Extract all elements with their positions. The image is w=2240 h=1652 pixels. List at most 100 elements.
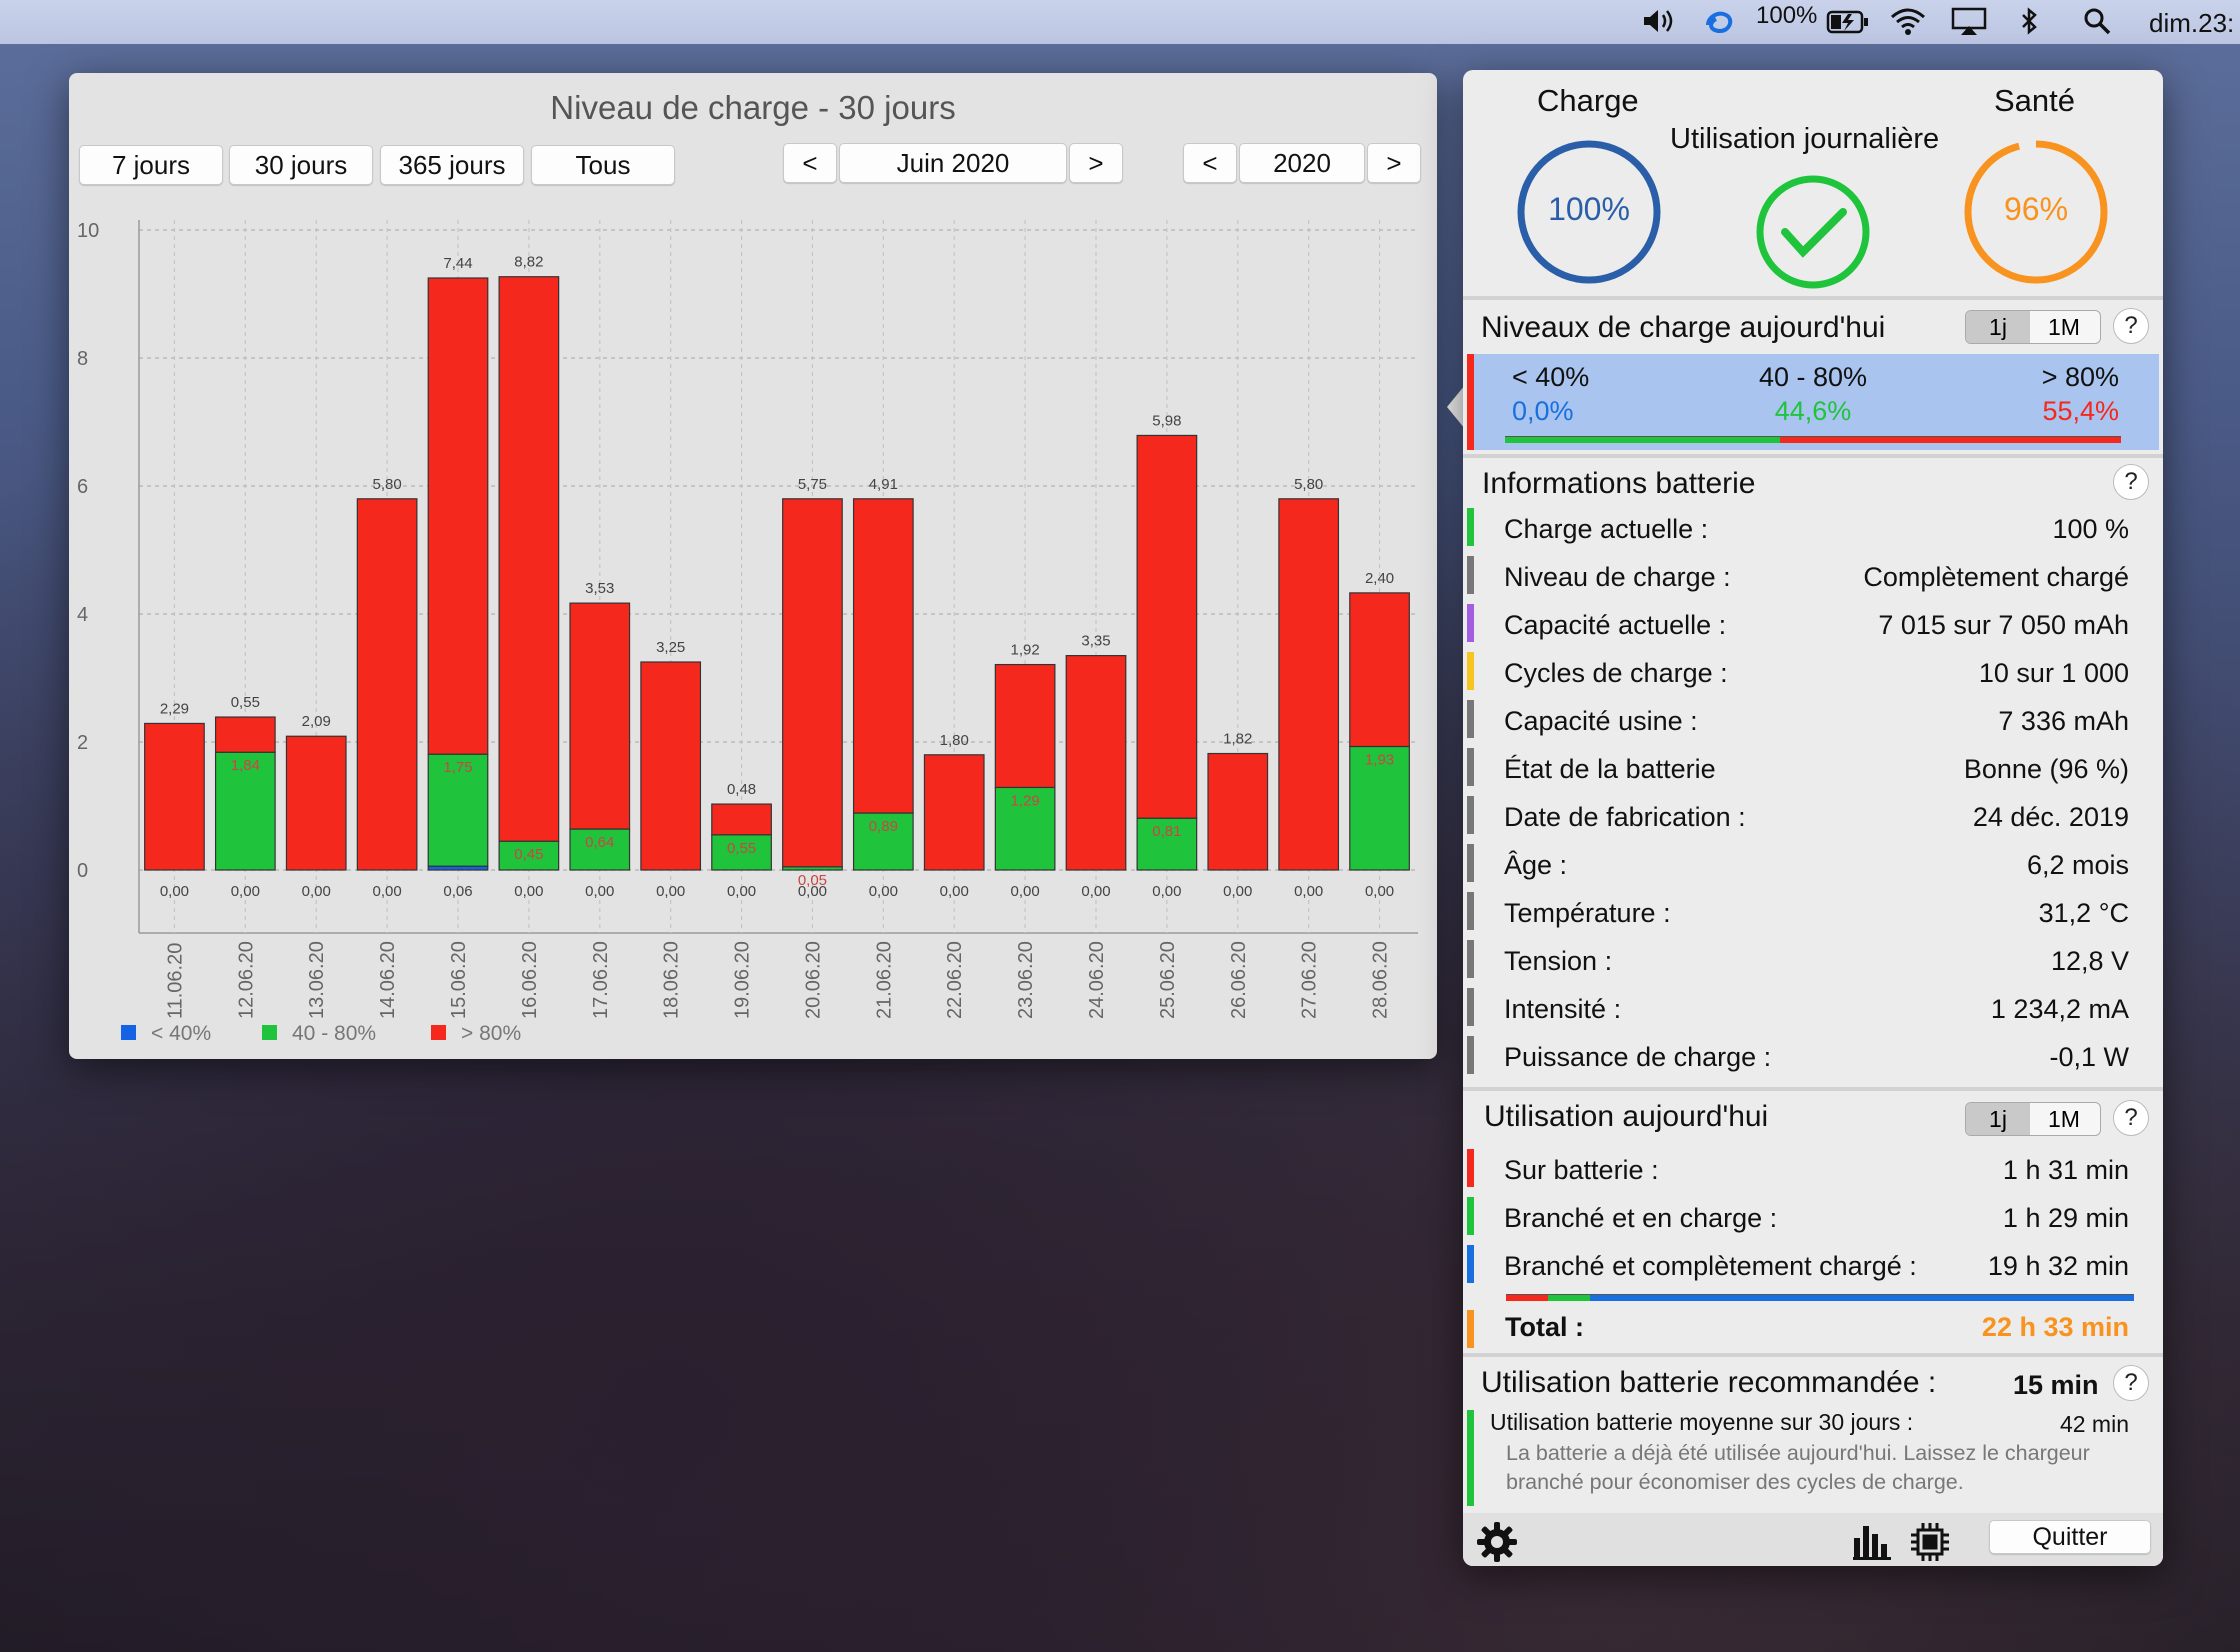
- info-row-label: Intensité :: [1504, 994, 1622, 1024]
- levels-help-button[interactable]: ?: [2113, 308, 2149, 344]
- x-tick-label: 15.06.20: [448, 941, 470, 1019]
- bar-segment: [427, 277, 489, 755]
- search-icon[interactable]: [2082, 6, 2112, 43]
- bar-base-label: 0,00: [940, 883, 969, 900]
- legend-swatch: [431, 1025, 446, 1040]
- bar-mid-label: 0,55: [727, 840, 756, 857]
- usage-1j-option[interactable]: 1j: [1966, 1103, 2030, 1135]
- bar-segment: [711, 803, 772, 836]
- levels-1j-option[interactable]: 1j: [1966, 311, 2030, 343]
- info-row-value: 12,8 V: [2050, 946, 2129, 976]
- y-tick-label: 0: [77, 860, 88, 882]
- bar-top-label: 1,82: [1223, 731, 1252, 748]
- recommended-help-button[interactable]: ?: [2113, 1365, 2149, 1401]
- separator: [1463, 1353, 2163, 1357]
- levels-title: Niveaux de charge aujourd'hui: [1481, 311, 1886, 344]
- recommended-accent-bar: [1467, 1410, 1474, 1506]
- recommended-value: 15 min: [2013, 1370, 2099, 1400]
- levels-1m-option[interactable]: 1M: [2030, 311, 2098, 343]
- wifi-icon[interactable]: [1888, 6, 1928, 43]
- bar-segment: [640, 661, 702, 871]
- bar-top-label: 3,35: [1081, 633, 1110, 650]
- info-title: Informations batterie: [1482, 467, 1756, 500]
- processor-icon[interactable]: [1909, 1521, 1951, 1568]
- separator: [1463, 454, 2163, 458]
- usage-row-label: Branché et complètement chargé :: [1504, 1251, 1917, 1281]
- bar-segment: [1278, 498, 1340, 871]
- levels-period-toggle[interactable]: 1j 1M: [1965, 310, 2101, 344]
- usage-row-label: Sur batterie :: [1504, 1155, 1659, 1185]
- x-tick-label: 21.06.20: [873, 941, 895, 1019]
- volume-icon[interactable]: [1641, 6, 1677, 43]
- info-row-value: 24 déc. 2019: [1972, 802, 2129, 832]
- bar-top-label: 5,80: [1294, 476, 1323, 493]
- menubar-clock[interactable]: dim.23:: [2149, 8, 2234, 39]
- bar-top-label: 0,48: [727, 781, 756, 798]
- usage-row-value: 19 h 32 min: [1987, 1251, 2129, 1281]
- bar-top-label: 0,55: [231, 694, 260, 711]
- usage-row-accent-bar: [1467, 1149, 1474, 1187]
- info-row-value: 10 sur 1 000: [1978, 658, 2129, 688]
- gear-icon[interactable]: [1475, 1520, 1519, 1569]
- bar-mid-label: 0,89: [869, 818, 898, 835]
- bar-mid-label: 0,45: [514, 846, 543, 863]
- bar-top-label: 5,98: [1152, 412, 1181, 429]
- bar-mid-label: 1,84: [231, 757, 260, 774]
- y-tick-label: 6: [77, 476, 88, 498]
- bar-top-label: 3,53: [585, 580, 614, 597]
- legend-label: 40 - 80%: [292, 1022, 376, 1045]
- info-row-value: 7 015 sur 7 050 mAh: [1878, 610, 2129, 640]
- levels-column-label: > 80%: [2041, 362, 2119, 392]
- battery-percent-text[interactable]: 100%: [1756, 2, 1817, 30]
- separator: [1463, 1087, 2163, 1091]
- info-row-accent-bar: [1467, 508, 1474, 546]
- recommended-avg-label: Utilisation batterie moyenne sur 30 jour…: [1490, 1409, 1914, 1435]
- x-tick-label: 18.06.20: [661, 941, 683, 1019]
- bar-base-label: 0,06: [443, 883, 472, 900]
- info-row-accent-bar: [1467, 796, 1474, 834]
- quit-button[interactable]: Quitter: [1989, 1520, 2151, 1554]
- x-tick-label: 14.06.20: [377, 941, 399, 1019]
- usage-help-button[interactable]: ?: [2113, 1100, 2149, 1136]
- info-row-value: 1 234,2 mA: [1990, 994, 2129, 1024]
- battery-icon[interactable]: [1826, 8, 1870, 43]
- bar-base-label: 0,00: [231, 883, 260, 900]
- bar-base-label: 0,00: [1223, 883, 1252, 900]
- usage-row-value: 1 h 29 min: [2002, 1203, 2129, 1233]
- usage-bar-segment: [1506, 1294, 1549, 1301]
- bar-top-label: 2,09: [302, 713, 331, 730]
- bar-mid-label: 0,81: [1152, 823, 1181, 840]
- bar-segment: [923, 754, 985, 871]
- usage-1m-option[interactable]: 1M: [2030, 1103, 2098, 1135]
- x-tick-label: 19.06.20: [732, 941, 754, 1019]
- bar-segment: [498, 276, 560, 842]
- usage-row-label: Branché et en charge :: [1504, 1203, 1778, 1233]
- bar-top-label: 7,44: [443, 255, 472, 272]
- usage-row-accent-bar: [1467, 1245, 1474, 1283]
- bluetooth-icon[interactable]: [2018, 6, 2042, 43]
- charge-gauge-value: 100%: [1548, 191, 1630, 227]
- chart-window: Niveau de charge - 30 jours 7 jours 30 j…: [69, 73, 1437, 1059]
- info-row-accent-bar: [1467, 556, 1474, 594]
- info-row-value: 6,2 mois: [2026, 850, 2129, 880]
- recommended-avg-value: 42 min: [2059, 1411, 2129, 1437]
- info-row-accent-bar: [1467, 940, 1474, 978]
- bar-segment: [1136, 434, 1198, 819]
- app-logo-icon[interactable]: [1702, 5, 1738, 46]
- bar-base-label: 0,00: [302, 883, 331, 900]
- airplay-icon[interactable]: [1950, 6, 1988, 43]
- bar-base-label: 0,00: [514, 883, 543, 900]
- legend-label: > 80%: [461, 1022, 521, 1045]
- bar-chart-icon[interactable]: [1851, 1520, 1893, 1567]
- x-tick-label: 13.06.20: [306, 941, 328, 1019]
- usage-row-accent-bar: [1467, 1197, 1474, 1235]
- bar-base-label: 0,00: [1365, 883, 1394, 900]
- x-tick-label: 23.06.20: [1015, 941, 1037, 1019]
- bar-mid-label: 1,29: [1011, 792, 1040, 809]
- bar-mid-label: 1,93: [1365, 751, 1394, 768]
- info-help-button[interactable]: ?: [2113, 464, 2149, 500]
- bar-base-label: 0,00: [373, 883, 402, 900]
- info-row-label: Charge actuelle :: [1504, 514, 1709, 544]
- usage-period-toggle[interactable]: 1j 1M: [1965, 1102, 2101, 1136]
- y-tick-label: 2: [77, 732, 88, 754]
